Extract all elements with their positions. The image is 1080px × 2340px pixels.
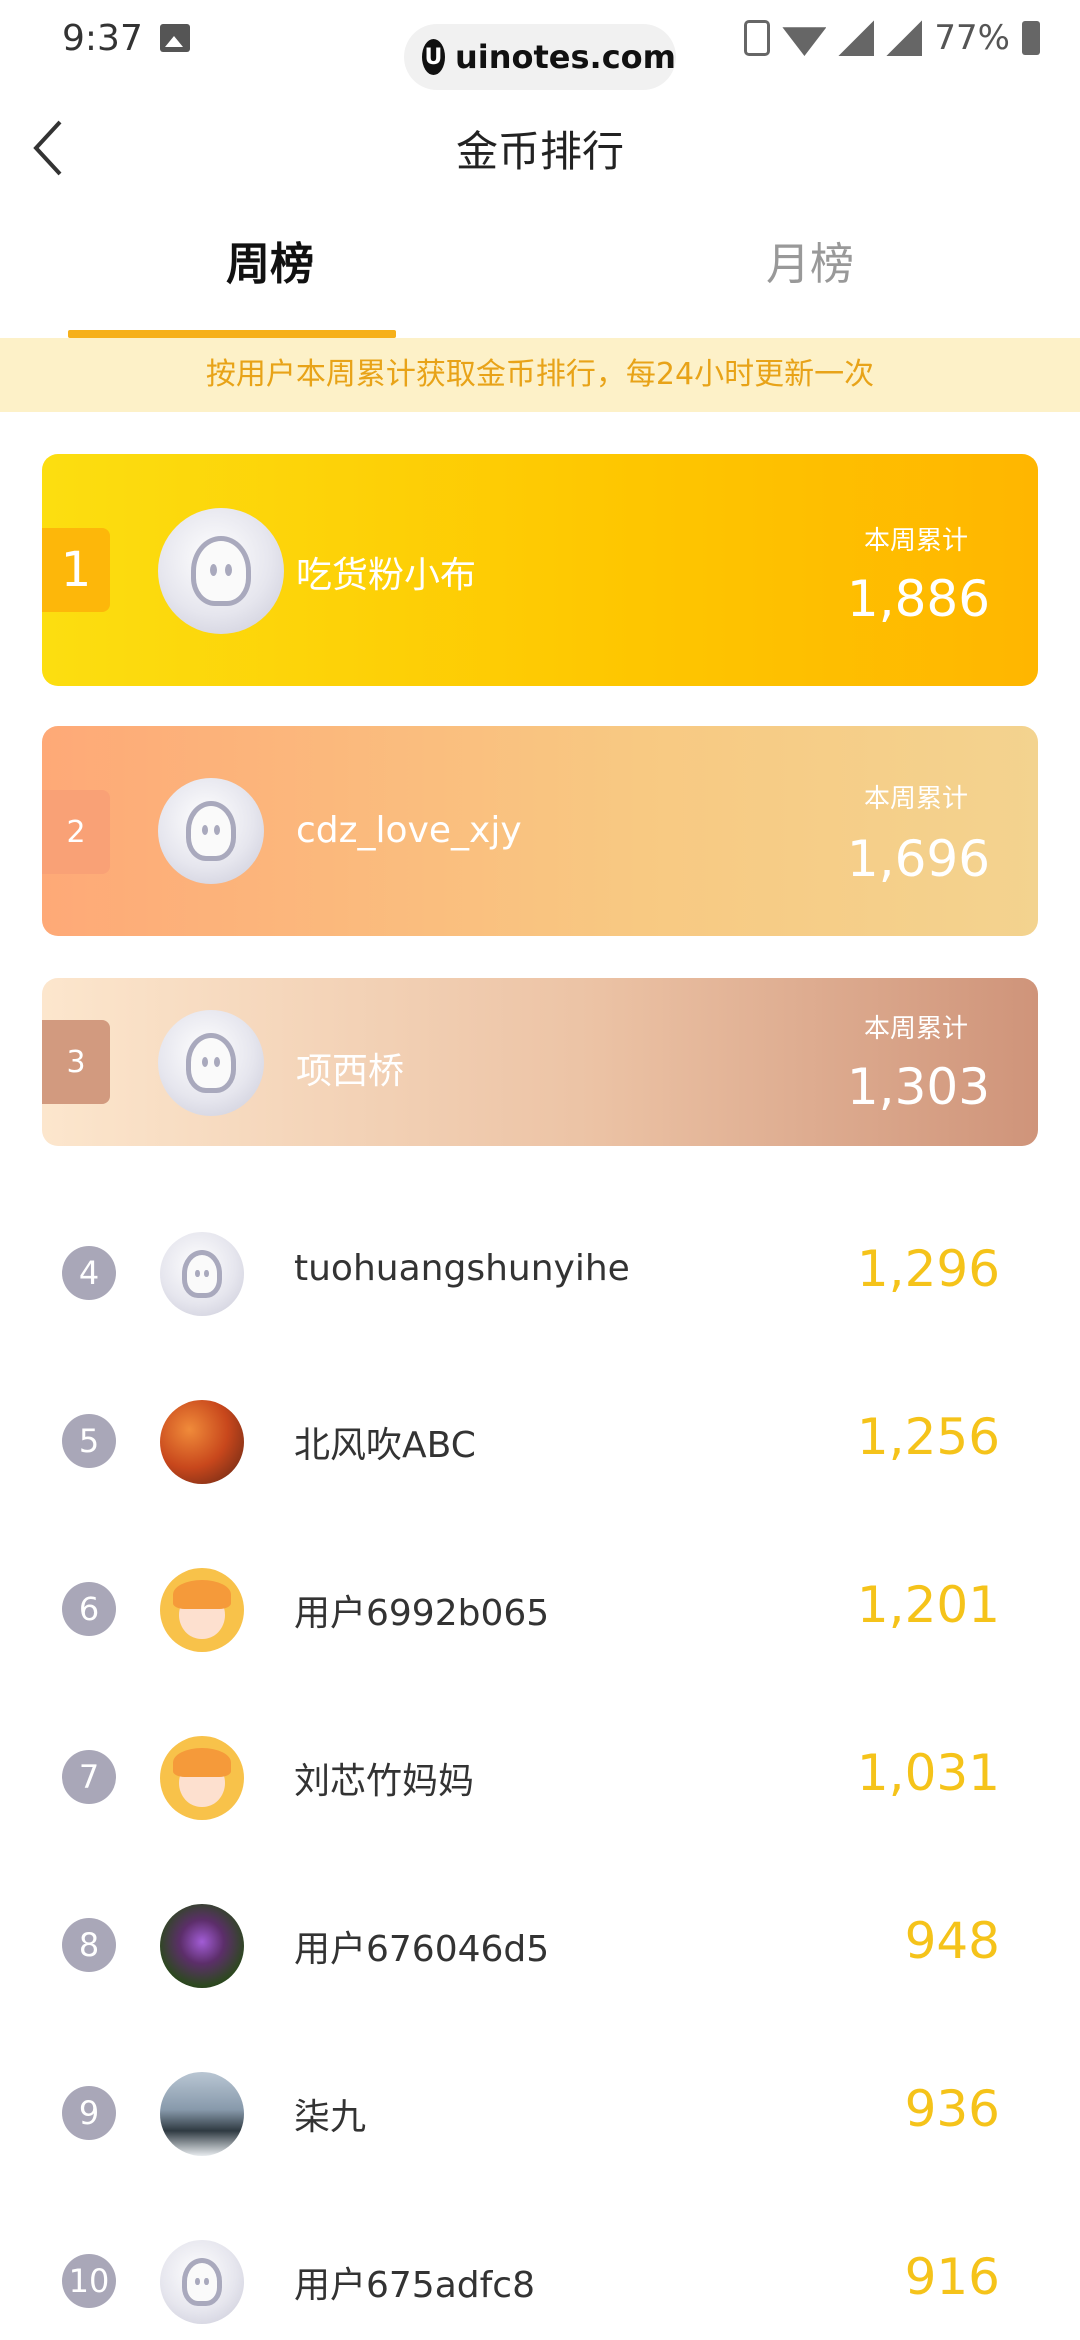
coin-total: 1,303 [846, 1058, 990, 1116]
user-name: 用户676046d5 [294, 1929, 550, 1970]
ranking-notice: 按用户本周累计获取金币排行，每24小时更新一次 [0, 338, 1080, 412]
active-tab-indicator [68, 330, 396, 338]
coin-total: 1,886 [846, 570, 990, 628]
default-ghost-avatar[interactable] [158, 508, 284, 634]
ghost-icon [185, 1033, 237, 1093]
rank-number: 5 [62, 1414, 116, 1468]
list-item[interactable]: 4 tuohuangshunyihe 1,296 [0, 1190, 1080, 1358]
status-time: 9:37 [62, 18, 143, 59]
flower-photo-avatar[interactable] [160, 1904, 244, 1988]
ghost-icon [181, 1250, 223, 1298]
default-ghost-avatar[interactable] [158, 1010, 264, 1116]
tab-monthly[interactable]: 月榜 [660, 228, 960, 292]
wifi-icon [782, 27, 827, 56]
weekly-total-label: 本周累计 [863, 526, 968, 556]
rank-number: 10 [62, 2254, 116, 2308]
user-name: 项西桥 [296, 1051, 405, 1092]
coin-total: 1,201 [856, 1576, 1000, 1634]
ghost-icon [181, 2258, 223, 2306]
rank-number: 8 [62, 1918, 116, 1972]
vibrate-icon [744, 20, 771, 56]
list-item[interactable]: 9 柒九 936 [0, 2030, 1080, 2198]
tab-weekly[interactable]: 周榜 [120, 228, 420, 292]
user-name: cdz_love_xjy [296, 810, 522, 851]
list-item[interactable]: 5 北风吹ABC 1,256 [0, 1358, 1080, 1526]
coin-total: 948 [904, 1912, 1000, 1970]
coin-total: 1,031 [856, 1744, 1000, 1802]
battery-icon [1022, 21, 1040, 55]
top-rank-card-1[interactable]: 1 吃货粉小布 本周累计 1,886 [42, 454, 1038, 686]
user-name: 吃货粉小布 [296, 555, 477, 596]
rank-number: 9 [62, 2086, 116, 2140]
rank-badge: 2 [42, 790, 110, 874]
rank-badge: 1 [42, 528, 110, 612]
ghost-icon [185, 801, 237, 861]
coin-total: 936 [904, 2080, 1000, 2138]
battery-percent: 77% [934, 18, 1010, 58]
rank-number: 4 [62, 1246, 116, 1300]
top-rank-card-3[interactable]: 3 项西桥 本周累计 1,303 [42, 978, 1038, 1146]
list-item[interactable]: 7 刘芯竹妈妈 1,031 [0, 1694, 1080, 1862]
user-name: 刘芯竹妈妈 [294, 1761, 475, 1802]
user-name: 柒九 [294, 2097, 367, 2138]
signal-icon [838, 20, 875, 56]
watermark-text: uinotes.com [454, 38, 676, 76]
user-name: tuohuangshunyihe [294, 1248, 630, 1289]
landscape-photo-avatar[interactable] [160, 2072, 244, 2156]
default-ghost-avatar[interactable] [160, 1232, 244, 1316]
user-name: 北风吹ABC [294, 1425, 476, 1466]
ghost-icon [190, 535, 252, 607]
user-name: 用户6992b065 [294, 1593, 550, 1634]
girl-face-icon [172, 1747, 232, 1808]
user-name: 用户675adfc8 [294, 2265, 535, 2306]
guitar-photo-avatar[interactable] [160, 1400, 244, 1484]
uinotes-logo-icon: U [422, 39, 445, 75]
default-ghost-avatar[interactable] [158, 778, 264, 884]
weekly-total-label: 本周累计 [863, 1014, 968, 1044]
watermark: U uinotes.com [404, 24, 676, 90]
coin-total: 1,256 [856, 1408, 1000, 1466]
list-item[interactable]: 10 用户675adfc8 916 [0, 2198, 1080, 2340]
rank-number: 7 [62, 1750, 116, 1804]
image-icon [160, 24, 190, 52]
coin-total: 1,296 [856, 1240, 1000, 1298]
top-rank-card-2[interactable]: 2 cdz_love_xjy 本周累计 1,696 [42, 726, 1038, 936]
status-bar: 9:37 U uinotes.com 77% [0, 0, 1080, 90]
list-item[interactable]: 6 用户6992b065 1,201 [0, 1526, 1080, 1694]
rank-badge: 3 [42, 1020, 110, 1104]
girl-face-icon [172, 1579, 232, 1640]
coin-total: 916 [904, 2248, 1000, 2306]
cartoon-girl-avatar[interactable] [160, 1568, 244, 1652]
signal-icon [886, 20, 923, 56]
weekly-total-label: 本周累计 [863, 784, 968, 814]
rank-number: 6 [62, 1582, 116, 1636]
page-title: 金币排行 [455, 127, 624, 176]
coin-total: 1,696 [846, 830, 990, 888]
list-item[interactable]: 8 用户676046d5 948 [0, 1862, 1080, 2030]
status-icons: 77% [744, 18, 1040, 58]
cartoon-girl-avatar[interactable] [160, 1736, 244, 1820]
default-ghost-avatar[interactable] [160, 2240, 244, 2324]
